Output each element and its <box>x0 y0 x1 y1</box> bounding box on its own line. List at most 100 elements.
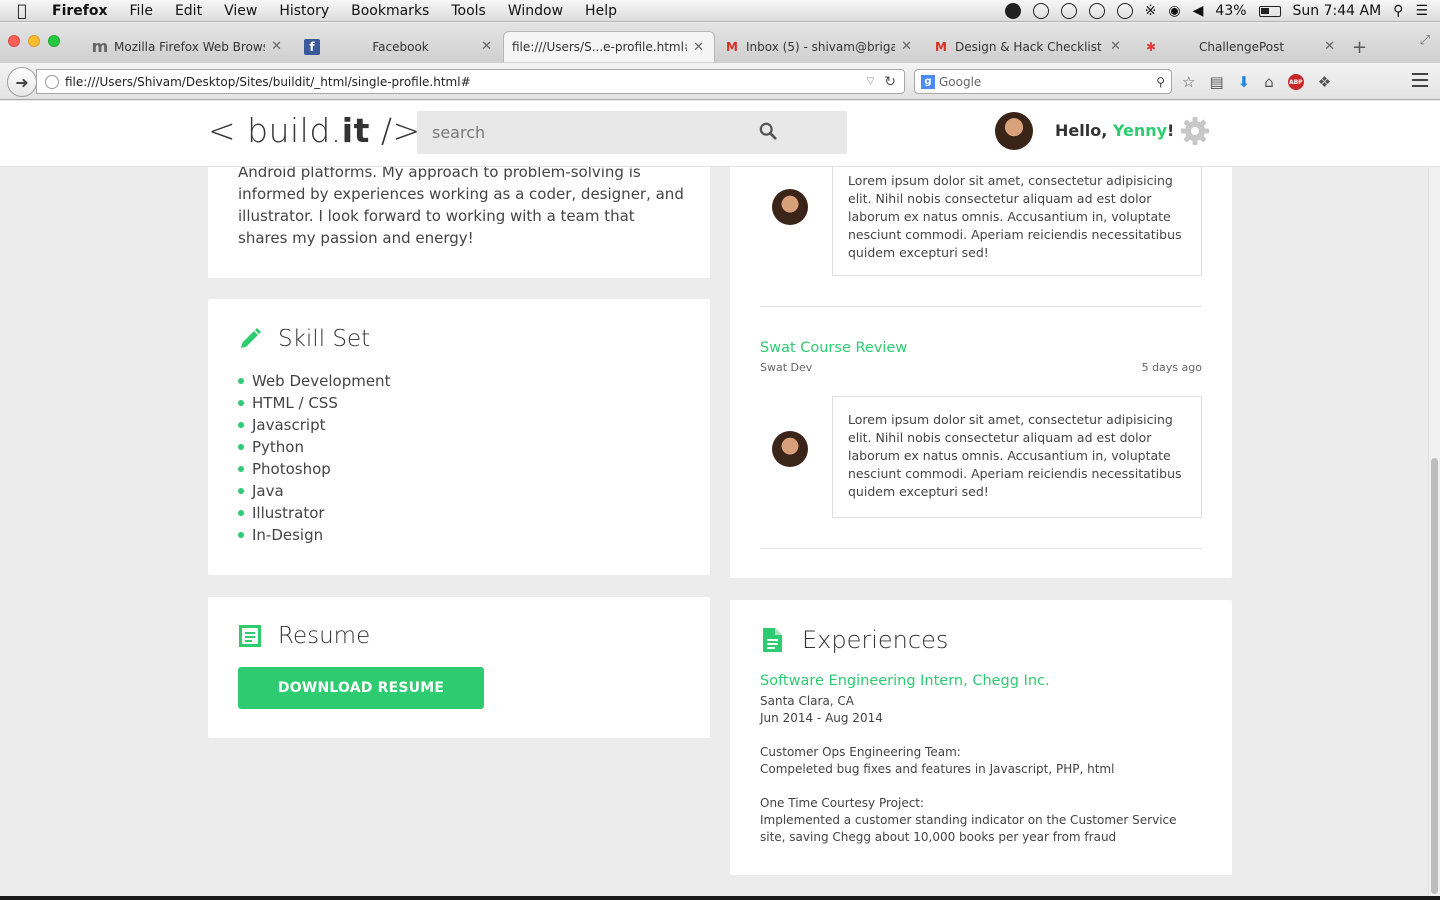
battery-icon[interactable] <box>1258 5 1281 17</box>
experience-team-desc: Compeleted bug fixes and features in Jav… <box>760 762 1115 776</box>
skill-item: Photoshop <box>238 458 390 480</box>
skill-item: Python <box>238 436 390 458</box>
experience-job-title[interactable]: Software Engineering Intern, Chegg Inc. <box>760 673 1050 689</box>
experience-project-desc: Implemented a customer standing indicato… <box>760 813 1177 844</box>
pencil-icon <box>241 328 261 348</box>
tab-label: Mozilla Firefox Web Brows... <box>114 39 266 54</box>
tab-label: file:///Users/S...e-profile.html# <box>512 40 688 54</box>
tab-design-hack-checklist[interactable]: M Design & Hack Checklist (... ✕ <box>925 31 1131 62</box>
menu-icon[interactable] <box>1412 73 1428 87</box>
tab-current-page[interactable]: file:///Users/S...e-profile.html# ✕ <box>503 31 715 62</box>
tab-mozilla[interactable]: m Mozilla Firefox Web Brows... ✕ <box>84 31 292 62</box>
close-tab-icon[interactable]: ✕ <box>1110 39 1121 54</box>
about-text: Android platforms. My approach to proble… <box>238 163 684 247</box>
review-divider <box>760 548 1202 549</box>
apple-icon[interactable]:  <box>0 1 44 20</box>
site-search-input[interactable]: search <box>417 111 847 154</box>
bookmark-star-icon[interactable]: ☆ <box>1182 73 1195 91</box>
reload-icon[interactable]: ↻ <box>884 74 896 90</box>
site-identity-icon[interactable] <box>45 74 59 89</box>
dropbox-icon[interactable] <box>1060 3 1077 19</box>
url-text[interactable]: file:///Users/Shivam/Desktop/Sites/build… <box>65 75 867 89</box>
experience-dates: Jun 2014 - Aug 2014 <box>760 711 883 725</box>
extension-icon[interactable]: ❖ <box>1318 73 1331 91</box>
menu-history[interactable]: History <box>279 3 329 19</box>
back-arrow-icon: ➜ <box>15 72 29 92</box>
user-greeting: Hello, Yenny! <box>1055 121 1174 140</box>
document-icon <box>239 625 261 647</box>
tab-facebook[interactable]: f Facebook ✕ <box>296 31 502 62</box>
user-avatar[interactable] <box>995 112 1033 150</box>
logo-suffix: /> <box>369 111 421 150</box>
home-icon[interactable]: ⌂ <box>1264 73 1274 91</box>
close-tab-icon[interactable]: ✕ <box>693 40 704 55</box>
volume-icon[interactable]: ◀ <box>1193 3 1204 19</box>
scrollbar-thumb[interactable] <box>1431 458 1438 894</box>
minimize-window-button[interactable] <box>28 35 40 47</box>
mozilla-icon: m <box>91 37 109 56</box>
page-scrollbar[interactable] <box>1428 101 1440 896</box>
menu-edit[interactable]: Edit <box>175 3 202 19</box>
menubar-clock[interactable]: Sun 7:44 AM <box>1293 3 1382 19</box>
skill-item: Web Development <box>238 370 390 392</box>
menu-tools[interactable]: Tools <box>451 3 486 19</box>
adblock-plus-icon[interactable]: ABP <box>1287 74 1304 90</box>
review-title[interactable]: Swat Course Review <box>760 340 907 356</box>
google-icon[interactable]: g <box>921 74 935 89</box>
fullscreen-icon[interactable]: ⤢ <box>1420 33 1430 48</box>
downloads-icon[interactable]: ⬇ <box>1238 73 1251 91</box>
tab-challengepost[interactable]: ✱ ChallengePost ✕ <box>1135 31 1345 62</box>
new-tab-icon[interactable]: + <box>1352 37 1367 58</box>
evernote-icon[interactable] <box>1004 3 1021 19</box>
spotlight-icon[interactable]: ⚲ <box>1393 3 1403 19</box>
search-icon[interactable] <box>759 122 777 140</box>
close-tab-icon[interactable]: ✕ <box>271 39 282 54</box>
settings-gear-icon[interactable] <box>1180 116 1210 146</box>
site-logo[interactable]: < build.it /> <box>208 111 421 150</box>
status-app-icon[interactable] <box>1032 3 1049 19</box>
skills-title: Skill Set <box>278 326 371 352</box>
menu-help[interactable]: Help <box>585 3 617 19</box>
file-icon <box>763 628 782 652</box>
tab-gmail-inbox[interactable]: M Inbox (5) - shivam@briga... ✕ <box>716 31 922 62</box>
browser-search-bar[interactable]: g Google ⚲ <box>914 69 1172 94</box>
back-button[interactable]: ➜ <box>7 67 37 97</box>
url-dropdown-icon[interactable]: ▽ <box>867 76 875 87</box>
review-bubble: Lorem ipsum dolor sit amet, consectetur … <box>832 396 1202 518</box>
menu-window[interactable]: Window <box>508 3 563 19</box>
time-machine-icon[interactable] <box>1116 3 1133 19</box>
skill-item: Java <box>238 480 390 502</box>
review-author: Swat Dev <box>760 361 813 374</box>
logo-bold: it <box>341 111 370 150</box>
bluetooth-icon[interactable]: ※ <box>1145 3 1157 19</box>
menu-bookmarks[interactable]: Bookmarks <box>351 3 429 19</box>
menu-file[interactable]: File <box>130 3 153 19</box>
search-icon[interactable]: ⚲ <box>1156 75 1165 89</box>
skills-heading: Skill Set <box>238 326 370 352</box>
menu-view[interactable]: View <box>224 3 257 19</box>
skill-item: Javascript <box>238 414 390 436</box>
close-tab-icon[interactable]: ✕ <box>901 39 912 54</box>
reading-list-icon[interactable]: ▤ <box>1209 73 1223 91</box>
close-tab-icon[interactable]: ✕ <box>1324 39 1335 54</box>
tab-label: Inbox (5) - shivam@briga... <box>746 39 896 54</box>
browser-search-placeholder: Google <box>939 74 982 89</box>
notification-center-icon[interactable]: ☰ <box>1415 3 1428 19</box>
battery-percent[interactable]: 43% <box>1215 3 1246 19</box>
experience-project-label: One Time Courtesy Project: <box>760 796 925 810</box>
zoom-window-button[interactable] <box>48 35 60 47</box>
challengepost-icon: ✱ <box>1145 39 1157 54</box>
menu-app-name[interactable]: Firefox <box>52 3 108 19</box>
user-name[interactable]: Yenny <box>1113 121 1167 140</box>
accessibility-icon[interactable] <box>1088 3 1105 19</box>
reviewer-avatar[interactable] <box>772 189 808 225</box>
wifi-icon[interactable]: ◉ <box>1168 3 1180 19</box>
download-resume-button[interactable]: DOWNLOAD RESUME <box>238 667 484 709</box>
browser-navbar: ➜ file:///Users/Shivam/Desktop/Sites/bui… <box>0 63 1440 100</box>
address-bar[interactable]: file:///Users/Shivam/Desktop/Sites/build… <box>36 69 905 94</box>
reviewer-avatar[interactable] <box>772 431 808 467</box>
gmail-icon: M <box>935 39 947 54</box>
close-window-button[interactable] <box>8 35 20 47</box>
close-tab-icon[interactable]: ✕ <box>481 39 492 54</box>
review-time: 5 days ago <box>1141 361 1202 374</box>
